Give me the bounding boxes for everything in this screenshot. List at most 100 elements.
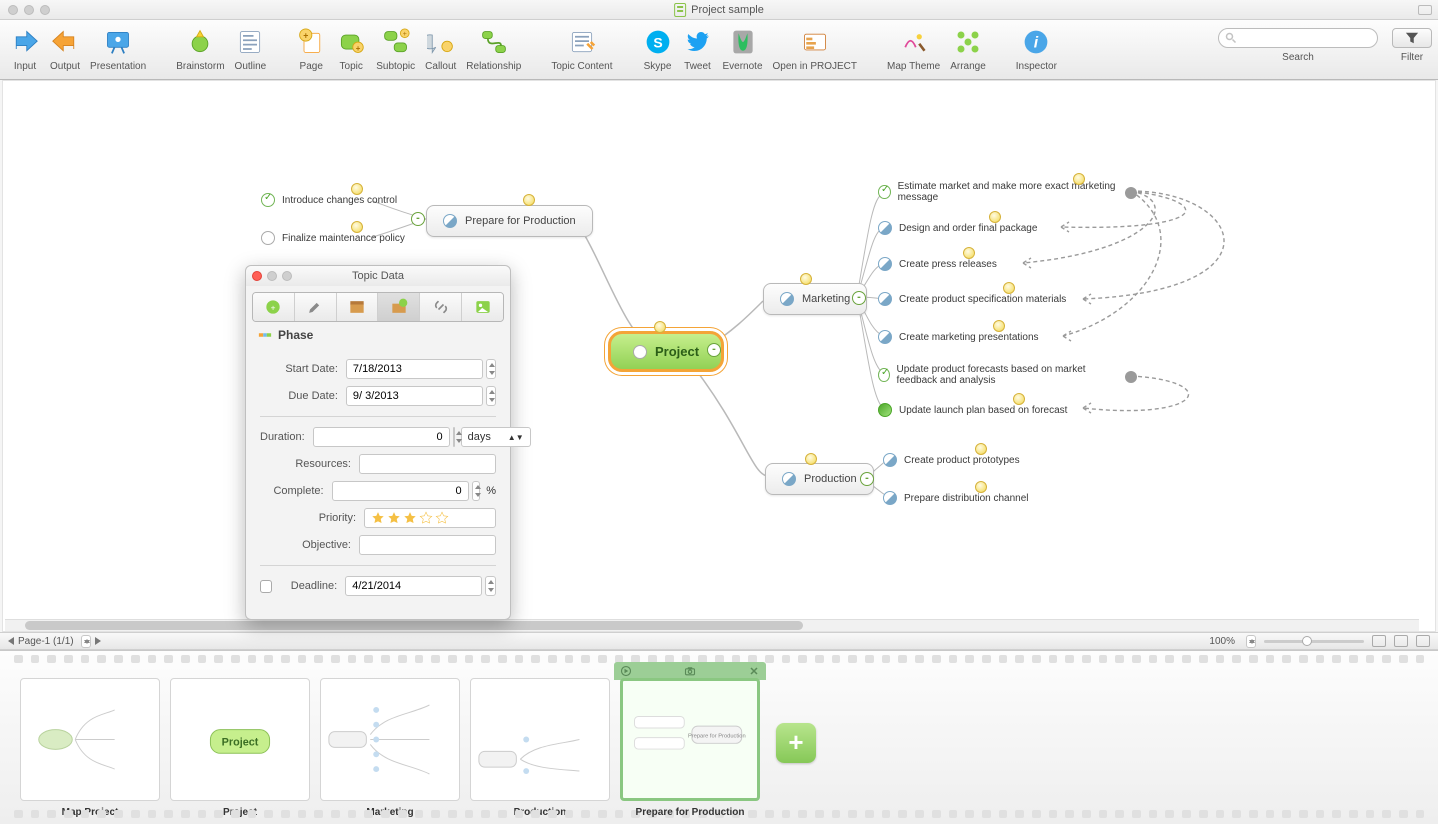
complete-stepper[interactable]: [472, 481, 481, 501]
scrollbar-thumb[interactable]: [25, 621, 803, 630]
objective-field[interactable]: [359, 535, 496, 555]
due-date-field[interactable]: [346, 386, 483, 406]
priority-stars[interactable]: [371, 511, 449, 525]
next-page-icon[interactable]: [95, 637, 101, 645]
subtopic-item[interactable]: Create press releases: [878, 257, 997, 271]
clock-icon: [800, 273, 812, 285]
view-mode-icon[interactable]: [1394, 635, 1408, 647]
page-button[interactable]: +Page: [292, 25, 330, 74]
topic-button[interactable]: +Topic: [332, 25, 370, 74]
subtopic-item[interactable]: Update launch plan based on forecast: [878, 403, 1067, 417]
tab-resource[interactable]: +: [253, 293, 295, 321]
subtopic-item[interactable]: Design and order final package: [878, 221, 1037, 235]
slide-thumbnail-active[interactable]: Prepare for Production Prepare for Produ…: [620, 678, 760, 818]
mind-map-canvas[interactable]: Project - Prepare for Production - Intro…: [2, 80, 1436, 632]
topic-content-button[interactable]: Topic Content: [547, 25, 616, 74]
fullscreen-icon[interactable]: [1418, 5, 1432, 15]
topic-prepare[interactable]: Prepare for Production: [426, 205, 593, 237]
inspector-button[interactable]: iInspector: [1012, 25, 1061, 74]
minimize-window-icon[interactable]: [24, 5, 34, 15]
collapse-icon[interactable]: -: [852, 291, 866, 305]
map-theme-button[interactable]: Map Theme: [883, 25, 944, 74]
subtopic-text: Finalize maintenance policy: [282, 233, 405, 244]
date-stepper[interactable]: [485, 576, 496, 596]
svg-text:+: +: [356, 44, 361, 53]
filter-icon: [1405, 31, 1419, 45]
subtopic-item[interactable]: Create product prototypes: [883, 453, 1020, 467]
tab-link[interactable]: [420, 293, 462, 321]
subtopic-item[interactable]: Update product forecasts based on market…: [878, 364, 1128, 386]
slide-thumbnail[interactable]: Marketing: [320, 678, 460, 818]
label-priority: Priority:: [260, 512, 356, 524]
input-button[interactable]: Input: [6, 25, 44, 74]
subtopic-item[interactable]: Prepare distribution channel: [883, 491, 1029, 505]
resources-field[interactable]: [359, 454, 496, 474]
topic-production[interactable]: Production: [765, 463, 874, 495]
prev-page-icon[interactable]: [8, 637, 14, 645]
presentation-button[interactable]: Presentation: [86, 25, 150, 74]
slide-thumbnail[interactable]: Production: [470, 678, 610, 818]
duration-stepper[interactable]: [453, 427, 455, 447]
filter-button[interactable]: [1392, 28, 1432, 48]
priority-field[interactable]: [364, 508, 496, 528]
star-icon[interactable]: [403, 511, 417, 525]
search-input[interactable]: [1218, 28, 1378, 48]
slide-thumbnail[interactable]: Map Project: [20, 678, 160, 818]
zoom-stepper[interactable]: [1246, 635, 1256, 648]
progress-icon: [878, 257, 892, 271]
callout-button[interactable]: Callout: [421, 25, 460, 74]
zoom-panel-icon[interactable]: [282, 271, 292, 281]
zoom-window-icon[interactable]: [40, 5, 50, 15]
duration-unit-select[interactable]: days▲▼: [461, 427, 531, 447]
tab-schedule[interactable]: [378, 293, 420, 321]
deadline-checkbox[interactable]: [260, 580, 272, 593]
star-icon[interactable]: [419, 511, 433, 525]
minimize-panel-icon[interactable]: [267, 271, 277, 281]
play-icon[interactable]: [620, 665, 632, 677]
subtopic-item[interactable]: Estimate market and make more exact mark…: [878, 181, 1128, 203]
subtopic-text: Design and order final package: [899, 223, 1037, 234]
start-date-field[interactable]: [346, 359, 483, 379]
deadline-field[interactable]: [345, 576, 482, 596]
collapse-icon[interactable]: -: [707, 343, 721, 357]
page-stepper[interactable]: [81, 635, 91, 648]
slider-knob-icon[interactable]: [1302, 636, 1312, 646]
relationship-button[interactable]: Relationship: [462, 25, 525, 74]
view-mode-icon[interactable]: [1372, 635, 1386, 647]
collapse-icon[interactable]: -: [860, 472, 874, 486]
topic-data-panel[interactable]: Topic Data + Phase Start Date: Due Date:…: [245, 265, 511, 620]
date-stepper[interactable]: [486, 386, 496, 406]
close-icon[interactable]: [748, 665, 760, 677]
collapse-icon[interactable]: -: [411, 212, 425, 226]
close-panel-icon[interactable]: [252, 271, 262, 281]
evernote-button[interactable]: Evernote: [719, 25, 767, 74]
camera-icon[interactable]: [684, 665, 696, 677]
output-button[interactable]: Output: [46, 25, 84, 74]
tab-box[interactable]: [337, 293, 379, 321]
outline-button[interactable]: Outline: [231, 25, 271, 74]
complete-field[interactable]: [332, 481, 469, 501]
subtopic-button[interactable]: +Subtopic: [372, 25, 419, 74]
star-icon[interactable]: [371, 511, 385, 525]
add-slide-button[interactable]: +: [776, 723, 816, 763]
subtopic-item[interactable]: Create product specification materials: [878, 292, 1066, 306]
duration-field[interactable]: [313, 427, 450, 447]
skype-button[interactable]: SSkype: [639, 25, 677, 74]
subtopic-item[interactable]: Introduce changes control: [261, 193, 397, 207]
view-mode-icon[interactable]: [1416, 635, 1430, 647]
star-icon[interactable]: [387, 511, 401, 525]
star-icon[interactable]: [435, 511, 449, 525]
subtopic-item[interactable]: Finalize maintenance policy: [261, 231, 405, 245]
slide-thumbnail[interactable]: Project Project: [170, 678, 310, 818]
tab-brush[interactable]: [295, 293, 337, 321]
open-in-project-button[interactable]: Open in PROJECT: [769, 25, 861, 74]
tweet-button[interactable]: Tweet: [679, 25, 717, 74]
zoom-slider[interactable]: [1264, 640, 1364, 643]
horizontal-scrollbar[interactable]: [5, 619, 1419, 631]
date-stepper[interactable]: [486, 359, 496, 379]
tab-image[interactable]: [462, 293, 503, 321]
brainstorm-button[interactable]: Brainstorm: [172, 25, 228, 74]
subtopic-item[interactable]: Create marketing presentations: [878, 330, 1039, 344]
arrange-button[interactable]: Arrange: [946, 25, 990, 74]
close-window-icon[interactable]: [8, 5, 18, 15]
